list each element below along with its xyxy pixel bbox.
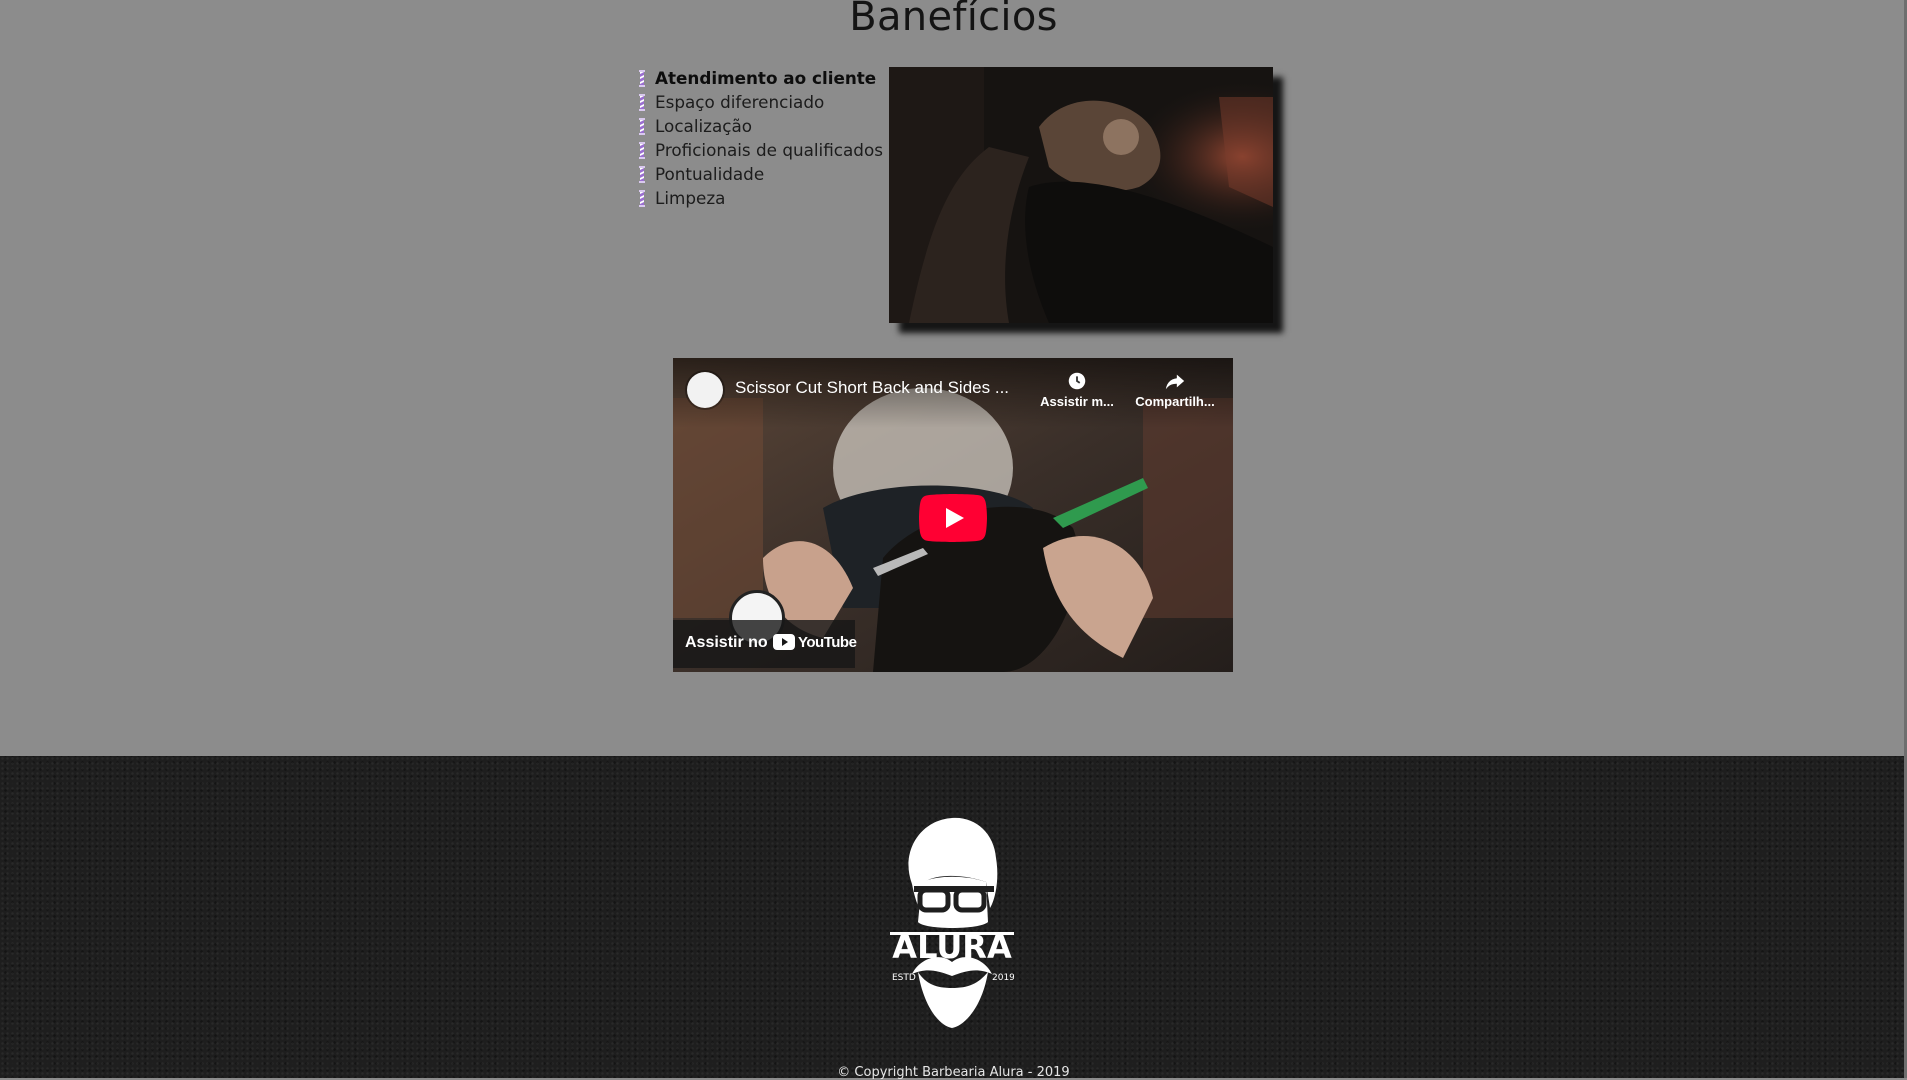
video-embed[interactable]: Scissor Cut Short Back and Sides ... Ass… xyxy=(673,358,1233,672)
watch-later-button[interactable]: Assistir m... xyxy=(1035,370,1119,409)
benefit-label: Atendimento ao cliente xyxy=(655,68,877,88)
logo-year: 2019 xyxy=(992,973,1014,983)
alura-barbershop-logo: ALURA ESTD 2019 xyxy=(890,817,1014,1028)
barber-pole-icon xyxy=(639,166,645,183)
benefit-label: Proficionais de qualificados xyxy=(655,140,883,160)
channel-avatar[interactable] xyxy=(687,372,723,408)
watch-on-label: Assistir no xyxy=(685,634,768,651)
share-arrow-icon xyxy=(1165,374,1185,390)
barber-photo xyxy=(889,67,1273,323)
benefits-list: Atendimento ao cliente Espaço diferencia… xyxy=(638,66,883,210)
benefit-item: Limpeza xyxy=(638,186,883,210)
benefit-label: Localização xyxy=(655,116,753,136)
barber-photo-image xyxy=(889,67,1273,323)
benefit-label: Limpeza xyxy=(655,188,726,208)
clock-icon xyxy=(1068,372,1086,390)
benefit-item: Atendimento ao cliente xyxy=(638,66,883,90)
barber-pole-icon xyxy=(639,94,645,111)
share-button[interactable]: Compartilh... xyxy=(1133,370,1217,409)
watch-on-youtube-button[interactable]: Assistir no YouTube xyxy=(673,620,857,668)
benefit-item: Proficionais de qualificados xyxy=(638,138,883,162)
benefit-item: Pontualidade xyxy=(638,162,883,186)
share-label: Compartilh... xyxy=(1135,394,1215,409)
logo-wordmark: ALURA xyxy=(892,928,1012,966)
youtube-wordmark: YouTube xyxy=(798,634,857,651)
youtube-logo-icon xyxy=(773,634,795,650)
video-title[interactable]: Scissor Cut Short Back and Sides ... xyxy=(735,378,1045,398)
footer: ALURA ESTD 2019 © Copyright Barbearia Al… xyxy=(0,756,1907,1080)
barber-pole-icon xyxy=(639,190,645,207)
watch-later-label: Assistir m... xyxy=(1040,394,1114,409)
play-button[interactable] xyxy=(919,494,987,542)
benefit-item: Espaço diferenciado xyxy=(638,90,883,114)
benefit-label: Pontualidade xyxy=(655,164,765,184)
page: Banefícios Atendimento ao cliente Espaço… xyxy=(0,0,1907,1080)
logo-estd: ESTD xyxy=(892,973,916,983)
barber-pole-icon xyxy=(639,118,645,135)
barber-pole-icon xyxy=(639,70,645,87)
benefit-item: Localização xyxy=(638,114,883,138)
benefit-label: Espaço diferenciado xyxy=(655,92,825,112)
barber-pole-icon xyxy=(639,142,645,159)
section-title: Banefícios xyxy=(849,0,1058,40)
